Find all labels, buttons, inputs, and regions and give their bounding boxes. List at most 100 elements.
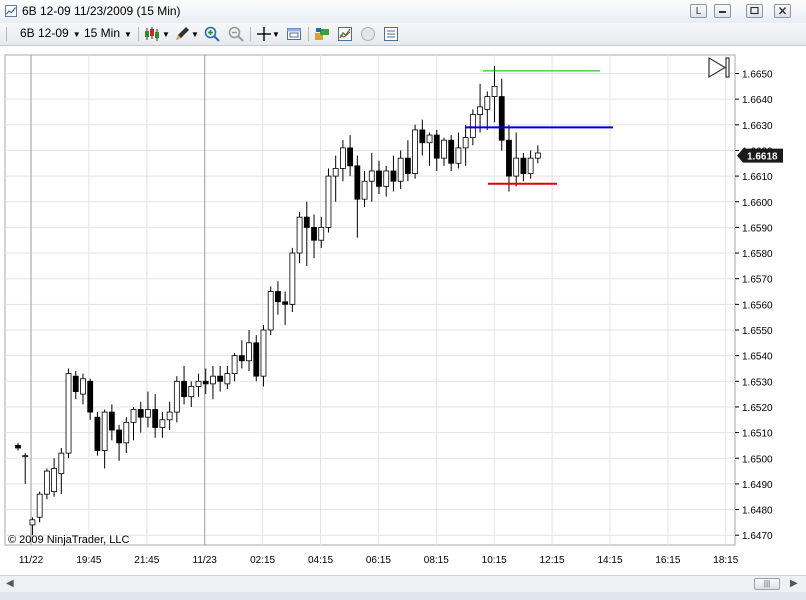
x-axis-label: 10:15 <box>482 555 507 566</box>
toolbar-separator <box>250 27 251 41</box>
instrument-selector[interactable]: 6B 12-09 ▼ <box>20 26 81 40</box>
candle-up <box>123 421 130 444</box>
zoom-in-icon[interactable] <box>204 26 220 42</box>
strategies-icon[interactable] <box>314 26 330 42</box>
candle-down <box>404 157 411 174</box>
candle-up <box>455 147 462 164</box>
candle-down <box>520 157 527 174</box>
candle-up <box>51 468 57 492</box>
candle-down <box>72 375 79 392</box>
properties-icon[interactable] <box>383 26 399 42</box>
candle-up <box>80 378 86 395</box>
candle-up <box>426 134 433 144</box>
scroll-thumb[interactable]: ||| <box>754 578 780 590</box>
y-axis-label: 1.6520 <box>742 403 773 414</box>
candle-up <box>159 419 166 428</box>
candle-up <box>58 452 65 475</box>
candle-down <box>433 134 440 159</box>
candle-down <box>94 416 101 451</box>
candle-up <box>130 409 137 423</box>
candle-up <box>397 157 404 182</box>
bar-timer-icon[interactable] <box>360 26 376 42</box>
candle-up <box>491 85 498 97</box>
y-axis-label: 1.6540 <box>742 352 773 363</box>
close-button[interactable] <box>774 4 791 18</box>
candle-up <box>477 106 483 115</box>
candle-down <box>15 445 21 449</box>
candle-down <box>376 170 382 187</box>
candle-up <box>534 152 541 159</box>
candle-up <box>36 493 43 518</box>
y-axis-label: 1.6500 <box>742 454 773 465</box>
candle-up <box>289 252 296 305</box>
x-axis-label: 11/23 <box>193 555 218 566</box>
chevron-down-icon[interactable]: ▼ <box>162 30 170 39</box>
x-axis-label: 12:15 <box>540 555 565 566</box>
candle-down <box>238 355 245 362</box>
price-chart[interactable]: 1.66501.66401.66301.66201.66101.66001.65… <box>0 45 806 575</box>
chevron-down-icon[interactable]: ▼ <box>272 30 280 39</box>
candle-up <box>210 375 216 385</box>
candle-down <box>498 96 505 141</box>
chevron-down-icon: ▼ <box>124 30 132 39</box>
candle-down <box>311 226 317 241</box>
y-axis-label: 1.6580 <box>742 249 773 260</box>
candlestick-style-icon[interactable] <box>144 26 160 42</box>
candle-up <box>513 157 520 177</box>
candlestick-chart[interactable]: 1.66501.66401.66301.66201.66101.66001.65… <box>0 45 806 575</box>
crosshair-icon[interactable] <box>256 26 272 42</box>
layout-button[interactable]: L <box>690 4 707 18</box>
x-axis-label: 02:15 <box>250 555 275 566</box>
candle-down <box>202 380 209 385</box>
status-strip <box>0 592 806 600</box>
x-axis-label: 18:15 <box>713 555 738 566</box>
x-axis-label: 06:15 <box>366 555 391 566</box>
copyright-text: © 2009 NinjaTrader, LLC <box>8 534 129 546</box>
y-axis-label: 1.6650 <box>742 70 773 81</box>
candle-up <box>383 170 390 187</box>
chart-toolbar: 6B 12-09 ▼ 15 Min ▼ ▼ ▼ ▼ <box>0 23 806 46</box>
data-box-icon[interactable] <box>286 26 302 42</box>
zoom-out-icon[interactable] <box>228 26 244 42</box>
candle-up <box>325 175 332 228</box>
instrument-label: 6B 12-09 <box>20 26 69 40</box>
minimize-button[interactable] <box>714 4 731 18</box>
candle-up <box>65 373 72 454</box>
candle-up <box>173 380 180 413</box>
drawing-tools-icon[interactable] <box>174 26 190 42</box>
indicators-icon[interactable] <box>337 26 353 42</box>
candle-up <box>469 114 476 139</box>
x-axis-label: 11/22 <box>19 555 44 566</box>
scroll-left-arrow-icon[interactable]: ◀ <box>6 578 14 589</box>
candle-down <box>87 380 94 413</box>
x-axis-label: 16:15 <box>655 555 680 566</box>
interval-selector[interactable]: 15 Min ▼ <box>84 26 132 40</box>
y-axis-label: 1.6610 <box>742 172 773 183</box>
candle-up <box>145 409 151 418</box>
y-axis-label: 1.6490 <box>742 480 773 491</box>
current-price-marker: 1.6618 <box>737 148 783 163</box>
candle-down <box>152 409 159 428</box>
y-axis-label: 1.6630 <box>742 121 773 132</box>
y-axis-label: 1.6550 <box>742 326 773 337</box>
candle-down <box>116 429 122 444</box>
chevron-down-icon[interactable]: ▼ <box>191 30 199 39</box>
interval-label: 15 Min <box>84 26 121 40</box>
current-price-label: 1.6618 <box>747 152 778 163</box>
y-axis-label: 1.6510 <box>742 429 773 440</box>
candle-up <box>231 355 238 375</box>
candle-down <box>108 411 115 431</box>
x-axis-label: 14:15 <box>597 555 622 566</box>
horizontal-scrollbar[interactable]: ◀ ||| ▶ <box>0 575 806 593</box>
candle-up <box>462 137 469 149</box>
candle-up <box>101 411 108 451</box>
candle-up <box>361 180 368 200</box>
candle-up <box>224 373 231 385</box>
candle-down <box>506 139 512 177</box>
candle-up <box>267 291 274 331</box>
y-axis-label: 1.6530 <box>742 377 773 388</box>
maximize-button[interactable] <box>746 4 763 18</box>
scroll-right-arrow-icon[interactable]: ▶ <box>790 578 798 589</box>
candle-down <box>390 170 397 182</box>
candle-up <box>527 157 534 174</box>
